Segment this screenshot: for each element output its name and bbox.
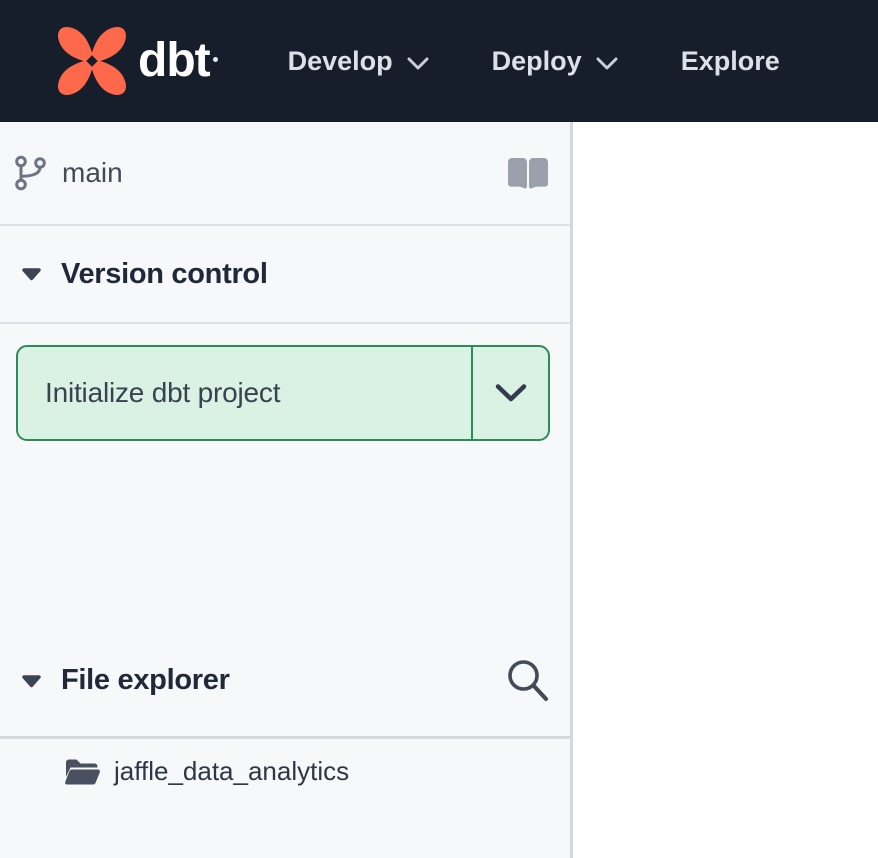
version-control-section-header[interactable]: Version control bbox=[0, 226, 570, 324]
file-tree-item-folder[interactable]: jaffle_data_analytics bbox=[0, 739, 570, 803]
version-control-body: Initialize dbt project bbox=[0, 324, 570, 625]
nav-item-explore[interactable]: Explore bbox=[681, 48, 780, 75]
editor-empty-area bbox=[573, 122, 878, 858]
version-control-title: Version control bbox=[61, 258, 268, 291]
initialize-dbt-project-label: Initialize dbt project bbox=[45, 377, 280, 409]
current-branch-label: main bbox=[62, 157, 123, 189]
dbt-logo-text: dbt bbox=[138, 37, 210, 85]
dbt-logo[interactable]: dbt bbox=[54, 23, 218, 99]
file-explorer-section-header[interactable]: File explorer bbox=[0, 625, 570, 739]
initialize-dropdown-toggle[interactable] bbox=[473, 347, 548, 439]
file-explorer-body: jaffle_data_analytics bbox=[0, 739, 570, 858]
nav-item-explore-label: Explore bbox=[681, 48, 780, 75]
nav-item-develop[interactable]: Develop bbox=[288, 48, 430, 75]
chevron-down-icon bbox=[494, 382, 528, 404]
chevron-down-icon bbox=[406, 56, 430, 71]
collapse-triangle-icon bbox=[21, 267, 42, 281]
branch-row[interactable]: main bbox=[0, 122, 570, 226]
docs-book-icon[interactable] bbox=[506, 157, 550, 190]
git-branch-icon bbox=[14, 154, 47, 192]
open-folder-icon bbox=[64, 757, 100, 786]
dbt-cloud-ide: dbt Develop Deploy Explore bbox=[0, 0, 878, 858]
file-tree-item-label: jaffle_data_analytics bbox=[114, 756, 349, 787]
initialize-dbt-project-button[interactable]: Initialize dbt project bbox=[18, 347, 473, 439]
dbt-logo-icon bbox=[54, 23, 130, 99]
top-navbar: dbt Develop Deploy Explore bbox=[0, 0, 878, 122]
chevron-down-icon bbox=[595, 56, 619, 71]
nav-menu: Develop Deploy Explore bbox=[218, 48, 780, 75]
nav-item-deploy-label: Deploy bbox=[492, 48, 582, 75]
file-explorer-title: File explorer bbox=[61, 664, 230, 697]
nav-item-develop-label: Develop bbox=[288, 48, 393, 75]
nav-item-deploy[interactable]: Deploy bbox=[492, 48, 619, 75]
search-icon[interactable] bbox=[506, 658, 550, 704]
collapse-triangle-icon bbox=[21, 674, 42, 688]
initialize-dbt-project-split-button: Initialize dbt project bbox=[16, 345, 550, 441]
ide-sidebar: main Version control Initialize dbt proj… bbox=[0, 122, 573, 858]
